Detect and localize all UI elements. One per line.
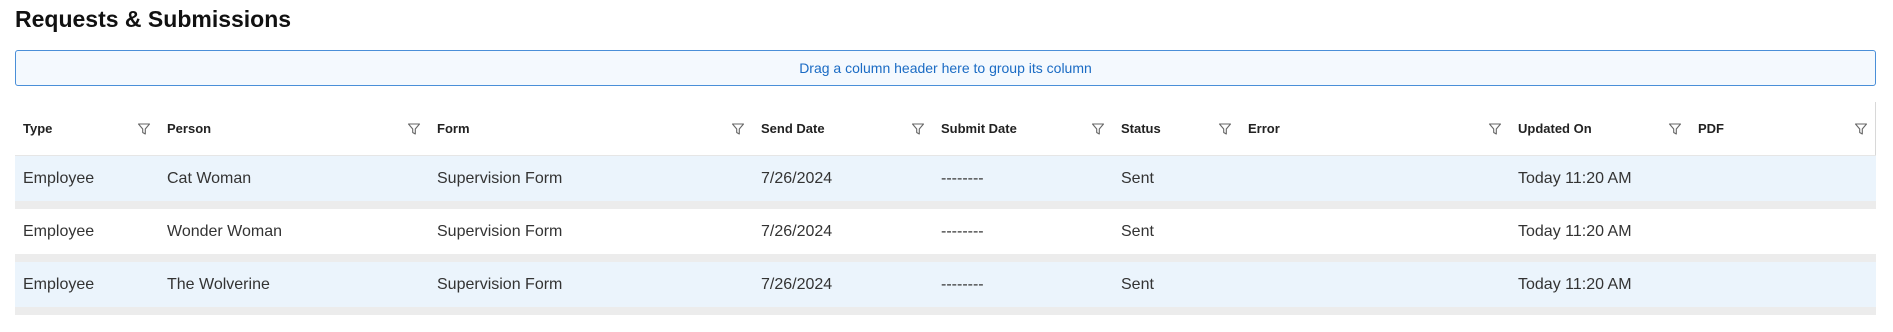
- requests-grid: Type Person Form Send Date Submit Date S…: [15, 102, 1876, 315]
- cell-send-date: 7/26/2024: [761, 275, 833, 293]
- cell-submit-date: --------: [941, 222, 984, 240]
- cell-form: Supervision Form: [437, 169, 563, 187]
- cell-submit-date: --------: [941, 275, 984, 293]
- cell-error: [1240, 262, 1510, 307]
- column-header-label: Form: [437, 121, 470, 136]
- filter-icon[interactable]: [731, 122, 745, 136]
- cell-send-date: 7/26/2024: [761, 169, 833, 187]
- grid-header-row: Type Person Form Send Date Submit Date S…: [15, 102, 1876, 156]
- cell-form: Supervision Form: [437, 222, 563, 240]
- cell-updated-on: Today 11:20 AM: [1518, 222, 1632, 240]
- column-header-error[interactable]: Error: [1240, 102, 1510, 155]
- cell-submit-date: --------: [941, 169, 984, 187]
- group-panel-text: Drag a column header here to group its c…: [799, 60, 1092, 76]
- column-header-label: Person: [167, 121, 212, 136]
- column-header-label: Updated On: [1518, 121, 1592, 136]
- page-title: Requests & Submissions: [15, 6, 292, 32]
- cell-updated-on: Today 11:20 AM: [1518, 169, 1632, 187]
- cell-person: Cat Woman: [167, 169, 252, 187]
- column-header-submit-date[interactable]: Submit Date: [933, 102, 1113, 155]
- column-header-type[interactable]: Type: [15, 102, 159, 155]
- column-header-form[interactable]: Form: [429, 102, 753, 155]
- column-header-label: Submit Date: [941, 121, 1017, 136]
- column-header-updated-on[interactable]: Updated On: [1510, 102, 1690, 155]
- cell-pdf: [1690, 209, 1876, 254]
- column-header-label: PDF: [1698, 121, 1724, 136]
- cell-send-date: 7/26/2024: [761, 222, 833, 240]
- filter-icon[interactable]: [1488, 122, 1502, 136]
- cell-error: [1240, 209, 1510, 254]
- cell-updated-on: Today 11:20 AM: [1518, 275, 1632, 293]
- cell-type: Employee: [23, 275, 95, 293]
- column-header-label: Send Date: [761, 121, 825, 136]
- filter-icon[interactable]: [137, 122, 151, 136]
- column-header-person[interactable]: Person: [159, 102, 429, 155]
- filter-icon[interactable]: [1854, 122, 1868, 136]
- column-header-label: Error: [1248, 121, 1280, 136]
- cell-status: Sent: [1121, 275, 1154, 293]
- cell-person: Wonder Woman: [167, 222, 283, 240]
- cell-form: Supervision Form: [437, 275, 563, 293]
- filter-icon[interactable]: [407, 122, 421, 136]
- column-header-send-date[interactable]: Send Date: [753, 102, 933, 155]
- filter-icon[interactable]: [1218, 122, 1232, 136]
- filter-icon[interactable]: [1668, 122, 1682, 136]
- table-row[interactable]: Employee Wonder Woman Supervision Form 7…: [15, 209, 1876, 262]
- cell-error: [1240, 156, 1510, 201]
- cell-pdf: [1690, 262, 1876, 307]
- filter-icon[interactable]: [1091, 122, 1105, 136]
- group-by-drop-zone[interactable]: Drag a column header here to group its c…: [15, 50, 1876, 86]
- filter-icon[interactable]: [911, 122, 925, 136]
- cell-type: Employee: [23, 222, 95, 240]
- cell-type: Employee: [23, 169, 95, 187]
- column-header-label: Status: [1121, 121, 1161, 136]
- cell-status: Sent: [1121, 169, 1154, 187]
- cell-status: Sent: [1121, 222, 1154, 240]
- column-header-status[interactable]: Status: [1113, 102, 1240, 155]
- cell-pdf: [1690, 156, 1876, 201]
- table-row[interactable]: Employee The Wolverine Supervision Form …: [15, 262, 1876, 315]
- cell-person: The Wolverine: [167, 275, 270, 293]
- column-header-label: Type: [23, 121, 53, 136]
- table-row[interactable]: Employee Cat Woman Supervision Form 7/26…: [15, 156, 1876, 209]
- column-header-pdf[interactable]: PDF: [1690, 102, 1876, 155]
